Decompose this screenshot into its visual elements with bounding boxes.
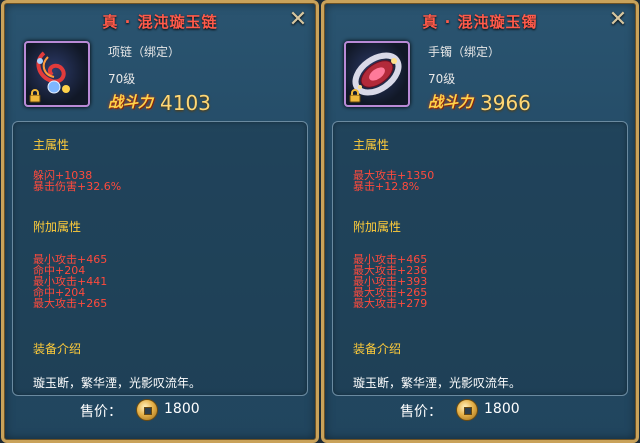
close-icon[interactable]: ✕ (606, 9, 630, 33)
lock-icon (29, 89, 41, 103)
main-attr-list: 躲闪+1038 暴击伤害+32.6% (33, 170, 121, 192)
attribute-box: 主属性 躲闪+1038 暴击伤害+32.6% 附加属性 最小攻击+465 命中+… (12, 121, 308, 396)
extra-attr-title: 附加属性 (353, 220, 402, 234)
bracelet-icon (344, 41, 410, 107)
item-description: 璇玉断，繁华湮，光影叹流年。 (353, 376, 522, 390)
item-tooltip-panel-necklace: 真 · 混沌璇玉链 ✕ 项链（绑定） 70级 战斗力 4103 主属性 躲闪+1… (1, 0, 319, 443)
item-level: 70级 (428, 72, 456, 86)
stat-line: 暴击+12.8% (353, 180, 420, 193)
necklace-icon (24, 41, 90, 107)
item-description: 璇玉断，繁华湮，光影叹流年。 (33, 376, 202, 390)
stat-line: 最大攻击+279 (353, 297, 428, 310)
sell-price: 售价： 1800 (324, 398, 636, 422)
main-attr-list: 最大攻击+1350 暴击+12.8% (353, 170, 434, 192)
attribute-box: 主属性 最大攻击+1350 暴击+12.8% 附加属性 最小攻击+465 最大攻… (332, 121, 628, 396)
combat-power-value: 4103 (160, 91, 211, 115)
item-type: 手镯（绑定） (428, 45, 501, 59)
item-tooltip-panel-bracelet: 真 · 混沌璇玉镯 ✕ 手镯（绑定） 70级 战斗力 3966 主属性 最大攻击… (321, 0, 639, 443)
price-label: 售价： (80, 404, 122, 420)
item-type: 项链（绑定） (108, 45, 181, 59)
item-title: 真 · 混沌璇玉链 (102, 13, 218, 31)
item-level: 70级 (108, 72, 136, 86)
price-label: 售价： (400, 404, 442, 420)
main-attr-title: 主属性 (353, 138, 390, 152)
close-icon[interactable]: ✕ (286, 9, 310, 33)
extra-attr-title: 附加属性 (33, 220, 82, 234)
stat-line: 最大攻击+265 (33, 297, 108, 310)
sell-price: 售价： 1800 (4, 398, 316, 422)
extra-attr-list: 最小攻击+465 最大攻击+236 最小攻击+393 最大攻击+265 最大攻击… (353, 254, 427, 309)
combat-power-label: 战斗力 (428, 93, 474, 111)
combat-power-value: 3966 (480, 91, 531, 115)
desc-title: 装备介绍 (33, 342, 82, 356)
stat-line: 暴击伤害+32.6% (33, 180, 122, 193)
extra-attr-list: 最小攻击+465 命中+204 最小攻击+441 命中+204 最大攻击+265 (33, 254, 107, 309)
price-value: 1800 (484, 401, 520, 417)
combat-power-label: 战斗力 (108, 93, 154, 111)
desc-title: 装备介绍 (353, 342, 402, 356)
lock-icon (349, 89, 361, 103)
main-attr-title: 主属性 (33, 138, 70, 152)
price-value: 1800 (164, 401, 200, 417)
coin-icon (136, 399, 158, 421)
item-title: 真 · 混沌璇玉镯 (422, 13, 538, 31)
coin-icon (456, 399, 478, 421)
